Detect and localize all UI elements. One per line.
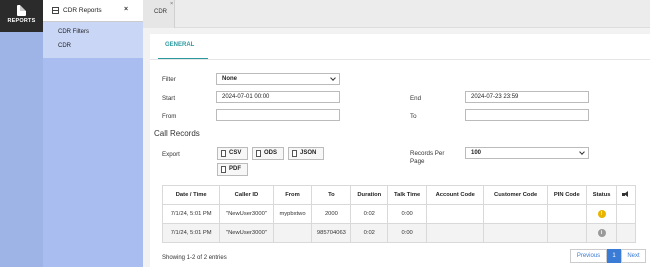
end-label: End [410, 95, 422, 102]
app-rail: REPORTS [0, 0, 43, 267]
tab-general[interactable]: GENERAL [165, 42, 194, 48]
cell-recording [616, 223, 636, 243]
panel-header: CDR Reports × [43, 0, 143, 22]
report-document-icon [17, 5, 26, 16]
start-label: Start [162, 95, 176, 102]
col-from[interactable]: From [272, 185, 313, 205]
call-records-title: Call Records [154, 129, 200, 138]
file-icon [221, 150, 226, 157]
tab-cdr-label: CDR [154, 9, 167, 15]
cell-caller-id: "NewUser3000" [219, 223, 274, 243]
cell-pin-code [546, 223, 587, 243]
divider [150, 59, 650, 60]
cell-from: mypbxtwo [272, 204, 313, 224]
filter-select[interactable]: None [216, 73, 340, 85]
col-pin-code[interactable]: PIN Code [546, 185, 587, 205]
col-date-time[interactable]: Date / Time [161, 185, 221, 205]
export-csv-button[interactable]: CSV [217, 147, 248, 160]
call-records-table: Date / Time Caller ID From To Duration T… [161, 185, 636, 243]
cell-customer-code [483, 204, 548, 224]
cell-from [272, 223, 313, 243]
side-panel: CDR Reports × CDR Filters CDR [43, 0, 143, 267]
cell-status: i [585, 223, 618, 243]
tab-close-button[interactable]: × [170, 1, 173, 7]
filter-label: Filter [162, 76, 176, 83]
col-caller-id[interactable]: Caller ID [219, 185, 274, 205]
cell-recording [616, 204, 636, 224]
records-per-page-value: 100 [471, 150, 482, 156]
cell-caller-id: "NewUser3000" [219, 204, 274, 224]
cell-account-code [426, 223, 485, 243]
cell-date-time: 7/1/24, 5:01 PM [161, 204, 221, 224]
records-per-page-label-line1: Records Per [410, 150, 445, 157]
records-per-page-label-line2: Page [410, 158, 425, 165]
panel-title: CDR Reports [63, 7, 102, 14]
speaker-icon [621, 190, 631, 198]
csv-label: CSV [229, 150, 242, 156]
col-status[interactable]: Status [585, 185, 618, 205]
col-recording [616, 185, 636, 205]
to-field[interactable] [465, 109, 589, 121]
file-icon [256, 150, 261, 157]
chevron-down-icon [579, 149, 585, 155]
export-label: Export [162, 151, 180, 158]
from-field[interactable] [216, 109, 340, 121]
menu-item-cdr-filters[interactable]: CDR Filters [58, 29, 89, 35]
col-talk-time[interactable]: Talk Time [387, 185, 428, 205]
cell-customer-code [483, 223, 548, 243]
tab-strip: CDR × [143, 0, 650, 28]
file-icon [221, 166, 226, 173]
table-row[interactable]: 7/1/24, 5:01 PM "NewUser3000" 985704063 … [161, 223, 636, 243]
cell-to: 2000 [311, 204, 352, 224]
warning-status-icon[interactable]: ! [597, 210, 606, 218]
col-account-code[interactable]: Account Code [426, 185, 485, 205]
cell-status: ! [585, 204, 618, 224]
chevron-down-icon [330, 75, 336, 81]
cell-talk-time: 0:00 [387, 223, 428, 243]
ods-label: ODS [264, 150, 278, 156]
cell-to: 985704063 [311, 223, 352, 243]
to-label: To [410, 113, 417, 120]
cell-date-time: 7/1/24, 5:01 PM [161, 223, 221, 243]
records-per-page-select[interactable]: 100 [465, 147, 589, 159]
col-to[interactable]: To [311, 185, 352, 205]
export-ods-button[interactable]: ODS [252, 147, 284, 160]
report-card: GENERAL Filter None Start 2024-07-01 00:… [150, 34, 650, 267]
file-icon [292, 150, 297, 157]
from-label: From [162, 113, 177, 120]
export-pdf-button[interactable]: PDF [217, 163, 248, 176]
pagination-previous[interactable]: Previous [570, 249, 607, 263]
start-date-field[interactable]: 2024-07-01 00:00 [216, 91, 340, 103]
col-customer-code[interactable]: Customer Code [483, 185, 548, 205]
col-duration[interactable]: Duration [350, 185, 389, 205]
end-date-field[interactable]: 2024-07-23 23:59 [465, 91, 589, 103]
cell-account-code [426, 204, 485, 224]
export-json-button[interactable]: JSON [288, 147, 324, 160]
reports-nav-button[interactable]: REPORTS [0, 0, 43, 32]
pagination-page-1[interactable]: 1 [607, 249, 621, 263]
main-content: GENERAL Filter None Start 2024-07-01 00:… [143, 28, 650, 267]
menu-item-cdr[interactable]: CDR [58, 43, 71, 49]
entries-count: Showing 1-2 of 2 entries [162, 255, 227, 261]
info-status-icon[interactable]: i [597, 229, 606, 237]
table-grid-icon [52, 7, 59, 14]
panel-menu: CDR Filters CDR [43, 22, 143, 58]
pdf-label: PDF [229, 166, 241, 172]
table-header-row: Date / Time Caller ID From To Duration T… [161, 185, 636, 205]
reports-label: REPORTS [7, 18, 36, 24]
cell-pin-code [546, 204, 587, 224]
panel-close-button[interactable]: × [124, 6, 128, 13]
cell-duration: 0:02 [350, 223, 389, 243]
pagination-next[interactable]: Next [621, 249, 646, 263]
tab-cdr[interactable]: CDR × [143, 0, 175, 28]
table-row[interactable]: 7/1/24, 5:01 PM "NewUser3000" mypbxtwo 2… [161, 204, 636, 224]
json-label: JSON [300, 150, 317, 156]
filter-selected-value: None [222, 76, 237, 82]
cell-talk-time: 0:00 [387, 204, 428, 224]
cell-duration: 0:02 [350, 204, 389, 224]
